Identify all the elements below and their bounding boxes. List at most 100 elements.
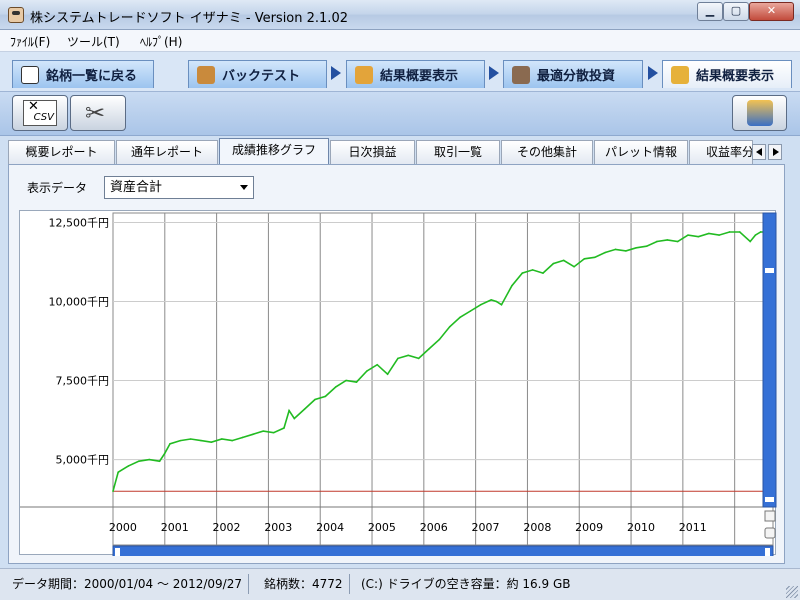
display-data-select[interactable]: 資産合計	[104, 176, 254, 199]
equity-data-point	[397, 357, 399, 360]
equity-data-point	[495, 300, 498, 303]
plot-area	[112, 212, 774, 546]
equity-data-point	[469, 310, 472, 312]
tab-daily-pl[interactable]: 日次損益	[330, 140, 415, 164]
nav-tab-summary-2[interactable]: 結果概要表示	[662, 60, 792, 88]
nav-tab-backtest[interactable]: バックテスト	[188, 60, 327, 88]
nav-tab-summary[interactable]: 結果概要表示	[346, 60, 485, 88]
nav-tab-label: バックテスト	[222, 69, 301, 84]
money-button[interactable]	[732, 95, 787, 131]
equity-data-point	[583, 258, 586, 260]
equity-data-point	[200, 439, 202, 442]
x-tick-label: 2009	[575, 521, 603, 534]
nav-tab-label: 結果概要表示	[380, 69, 459, 84]
equity-data-point	[739, 231, 741, 233]
equity-data-point	[707, 232, 710, 235]
equity-data-point	[231, 439, 233, 442]
scroll-thumb-top[interactable]	[765, 268, 774, 273]
status-disk-space: (C:) ドライブの空き容量：約 16.9 GB	[361, 577, 571, 591]
menu-tools[interactable]: ツール(T)	[67, 33, 120, 50]
tab-other-stats[interactable]: その他集計	[501, 140, 593, 164]
equity-data-point	[666, 239, 669, 241]
checkbox-small-2[interactable]	[764, 527, 776, 539]
csv-export-icon: ✕ CSV	[23, 100, 57, 126]
tab-trade-list[interactable]: 取引一覧	[416, 140, 500, 164]
arrow-right-icon	[489, 66, 499, 80]
status-period: データ期間：2000/01/04 〜 2012/09/27	[6, 574, 249, 594]
equity-data-point	[210, 441, 213, 443]
resize-grip[interactable]	[786, 586, 798, 598]
equity-data-point	[428, 348, 430, 350]
tab-palette-info[interactable]: パレット情報	[594, 140, 688, 164]
equity-data-point	[303, 408, 306, 410]
equity-data-point	[562, 259, 565, 262]
menu-help[interactable]: ﾍﾙﾌﾟ(H)	[140, 33, 182, 50]
display-data-label: 表示データ	[27, 181, 88, 195]
menu-file[interactable]: ﾌｧｲﾙ(F)	[10, 33, 50, 50]
app-icon	[8, 7, 24, 23]
vertical-scrollbar[interactable]	[762, 212, 777, 508]
tab-annual-report[interactable]: 通年レポート	[116, 140, 218, 164]
y-tick-label: 12,500千円	[49, 216, 110, 229]
chevron-down-icon	[240, 185, 248, 190]
eye-icon	[21, 65, 39, 84]
horizontal-range-bar[interactable]	[112, 545, 774, 556]
equity-data-point	[117, 471, 119, 474]
equity-data-point	[500, 303, 503, 306]
x-tick-label: 2005	[368, 521, 396, 534]
equity-data-point	[635, 246, 638, 249]
equity-data-point	[593, 256, 596, 259]
checkbox-small-1[interactable]	[764, 510, 776, 522]
content-panel: 表示データ 資産合計 5,000千円 7,500千円 10,000千円 12,500千…	[8, 164, 785, 564]
equity-data-point	[604, 251, 606, 254]
nav-tab-stock-list[interactable]: 銘柄一覧に戻る	[12, 60, 154, 88]
equity-data-point	[376, 363, 379, 366]
toolbar: ✕ CSV ✂	[0, 92, 800, 136]
equity-data-point	[158, 460, 161, 462]
scroll-thumb-bottom[interactable]	[765, 497, 774, 502]
equity-data-point	[127, 465, 130, 467]
tools-button[interactable]: ✂	[70, 95, 126, 131]
x-tick-label: 2008	[523, 521, 551, 534]
csv-export-button[interactable]: ✕ CSV	[12, 95, 68, 131]
equity-data-point	[169, 442, 171, 445]
equity-data-point	[407, 354, 410, 357]
tab-scroll-left-button[interactable]	[752, 144, 766, 160]
equity-data-point	[754, 234, 757, 236]
equity-data-point	[324, 395, 327, 398]
equity-data-point	[531, 269, 534, 271]
y-tick-label: 5,000千円	[56, 454, 110, 467]
equity-data-point	[417, 357, 420, 360]
equity-data-point	[386, 373, 389, 376]
equity-data-point	[459, 316, 461, 319]
report-tabs: 概要レポート 通年レポート 成績推移グラフ 日次損益 取引一覧 その他集計 パレ…	[8, 138, 783, 164]
tab-overview-report[interactable]: 概要レポート	[8, 140, 115, 164]
equity-data-point	[283, 427, 285, 429]
calculator-icon	[512, 65, 530, 84]
range-handle-left[interactable]	[115, 548, 120, 556]
equity-data-point	[345, 379, 347, 382]
equity-data-point	[366, 370, 368, 372]
x-tick-label: 2001	[161, 521, 189, 534]
arrow-right-icon	[331, 66, 341, 80]
equity-data-point	[189, 438, 192, 440]
tab-performance-graph[interactable]: 成績推移グラフ	[219, 138, 329, 164]
equity-data-point	[148, 458, 151, 461]
equity-data-point	[697, 235, 700, 238]
bag-icon	[197, 65, 215, 84]
minimize-button[interactable]: ▁	[697, 2, 723, 21]
equity-data-point	[252, 433, 254, 436]
equity-data-point	[272, 431, 275, 434]
equity-data-point	[112, 490, 114, 492]
close-button[interactable]: ✕	[749, 2, 794, 21]
status-stock-count: 銘柄数：4772	[258, 574, 350, 594]
equity-data-point	[542, 272, 544, 274]
nav-tab-optimal-portfolio[interactable]: 最適分散投資	[503, 60, 643, 88]
maximize-button[interactable]: ▢	[723, 2, 749, 21]
tab-return-rate[interactable]: 収益率分	[689, 140, 753, 164]
equity-data-point	[687, 234, 689, 236]
x-tick-label: 2000	[109, 521, 137, 534]
range-handle-right[interactable]	[765, 548, 770, 556]
tab-scroll-right-button[interactable]	[768, 144, 782, 160]
equity-data-point	[511, 284, 513, 287]
